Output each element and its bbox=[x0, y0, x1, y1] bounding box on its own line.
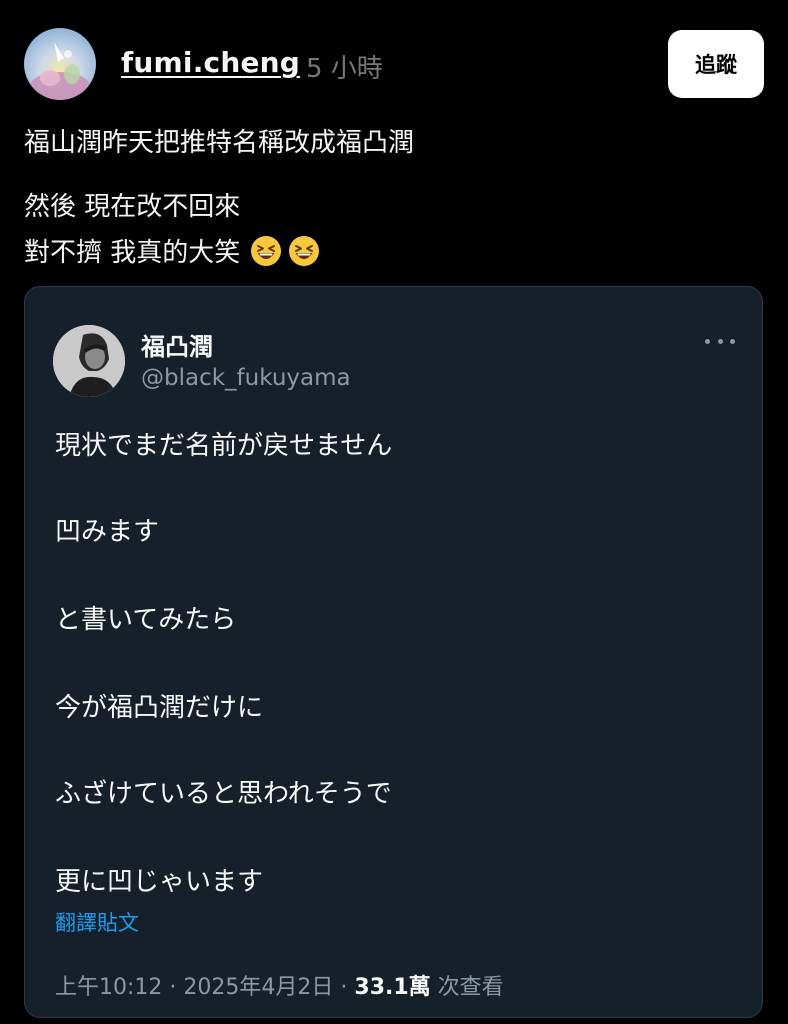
tweet-text-line: 今が福凸潤だけに bbox=[55, 693, 264, 723]
views-count: 33.1萬 bbox=[354, 975, 431, 1000]
tweet-meta: 上午10:12 · 2025年4月2日 · 33.1萬 次查看 bbox=[55, 969, 504, 1001]
meta-separator: · bbox=[340, 975, 348, 1000]
tweet-text-line: と書いてみたら bbox=[55, 605, 237, 635]
post-text-line: 然後 現在改不回來 bbox=[24, 192, 241, 222]
embedded-author-name[interactable]: 福凸潤 bbox=[141, 327, 213, 362]
username-link[interactable]: fumi.cheng bbox=[121, 46, 300, 79]
more-options-icon[interactable] bbox=[705, 331, 735, 351]
tweet-time[interactable]: 上午10:12 bbox=[55, 975, 162, 1000]
tweet-text-line: 現状でまだ名前が戻せません bbox=[55, 431, 393, 461]
follow-button[interactable]: 追蹤 bbox=[668, 30, 764, 98]
tweet-text-line: ふざけていると思われそうで bbox=[55, 779, 392, 809]
post-text-line-text: 對不擠 我真的大笑 bbox=[24, 238, 241, 268]
embedded-author-handle[interactable]: @black_fukuyama bbox=[141, 365, 351, 391]
threads-post: fumi.cheng 5 小時 追蹤 福山潤昨天把推特名稱改成福凸潤 然後 現在… bbox=[0, 0, 788, 1024]
embedded-tweet-card[interactable]: 福凸潤 @black_fukuyama 現状でまだ名前が戻せません 凹みます と… bbox=[24, 286, 763, 1018]
translate-post-link[interactable]: 翻譯貼文 bbox=[55, 907, 139, 937]
post-timestamp: 5 小時 bbox=[306, 54, 383, 84]
grinning-squinting-face-emoji bbox=[251, 235, 282, 266]
post-text-line: 福山潤昨天把推特名稱改成福凸潤 bbox=[24, 128, 415, 158]
meta-separator: · bbox=[169, 975, 177, 1000]
embedded-author-avatar[interactable] bbox=[53, 325, 125, 397]
grinning-squinting-face-emoji bbox=[289, 235, 320, 266]
post-text-line: 對不擠 我真的大笑 bbox=[24, 232, 320, 269]
tweet-text-line: 更に凹じゃいます bbox=[55, 867, 264, 897]
tweet-date[interactable]: 2025年4月2日 bbox=[183, 975, 333, 1000]
views-label: 次查看 bbox=[437, 975, 504, 1000]
user-avatar[interactable] bbox=[24, 28, 96, 100]
tweet-text-line: 凹みます bbox=[55, 517, 160, 547]
